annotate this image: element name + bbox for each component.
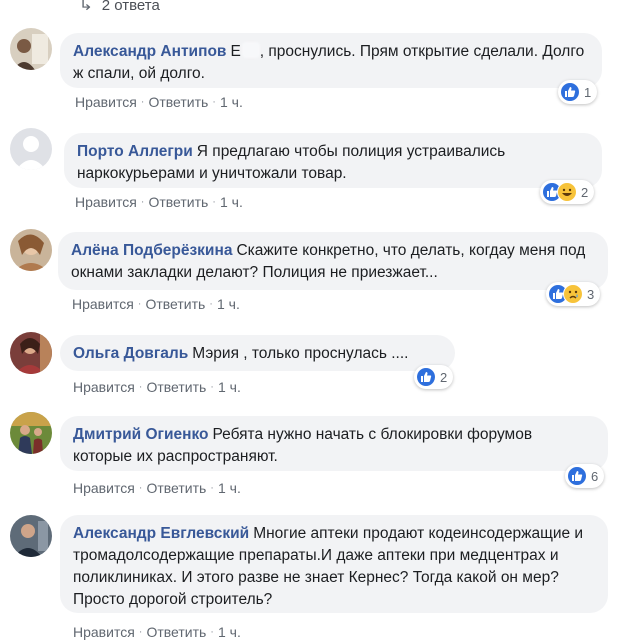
avatar[interactable]: [10, 412, 52, 454]
action-separator: ·: [212, 96, 216, 108]
laugh-emoji-icon: [557, 182, 577, 202]
comment-bubble: Дмитрий Огиенко Ребята нужно начать с бло…: [60, 416, 608, 471]
thumbs-up-icon: [567, 466, 587, 486]
like-action[interactable]: Нравится: [72, 296, 134, 312]
reactions-badge[interactable]: 2: [414, 365, 454, 389]
comment-author[interactable]: Порто Аллегри: [77, 143, 193, 160]
comment-author[interactable]: Александр Евглевский: [73, 525, 249, 542]
comment-actions: Нравится · Ответить · 1 ч.: [75, 94, 243, 110]
like-action[interactable]: Нравится: [75, 94, 137, 110]
comment-bubble: Александр Антипов Е, проснулись. Прям отк…: [60, 33, 602, 88]
comment-author[interactable]: Алёна Подберёзкина: [71, 242, 232, 259]
like-action[interactable]: Нравится: [73, 624, 135, 640]
reaction-count: 1: [584, 84, 592, 100]
comment-bubble: Ольга Довгаль Мэрия , только проснулась .…: [60, 335, 455, 371]
action-separator: ·: [138, 626, 143, 638]
sad-emoji-icon: [563, 284, 583, 304]
avatar[interactable]: [10, 229, 52, 271]
reply-arrow-icon: ↳: [78, 0, 93, 13]
comment-text: Мэрия , только проснулась ....: [192, 345, 409, 362]
comment-timestamp[interactable]: 1 ч.: [218, 379, 241, 395]
reply-action[interactable]: Ответить: [148, 94, 208, 110]
redacted-mention: [241, 42, 260, 58]
reply-action[interactable]: Ответить: [145, 296, 205, 312]
avatar[interactable]: [10, 332, 52, 374]
comment-timestamp[interactable]: 1 ч.: [217, 296, 240, 312]
comment-author[interactable]: Ольга Довгаль: [73, 345, 188, 362]
comment-author[interactable]: Александр Антипов: [73, 43, 226, 60]
action-separator: ·: [210, 626, 214, 638]
action-separator: ·: [137, 298, 142, 310]
reactions-badge[interactable]: 1: [558, 80, 598, 104]
action-separator: ·: [140, 196, 145, 208]
comment-bubble: Александр Евглевский Многие аптеки продаю…: [60, 515, 608, 613]
action-separator: ·: [210, 482, 214, 494]
reaction-count: 2: [581, 184, 589, 200]
action-separator: ·: [209, 298, 213, 310]
comment-timestamp[interactable]: 1 ч.: [218, 480, 241, 496]
action-separator: ·: [210, 381, 214, 393]
reply-action[interactable]: Ответить: [146, 624, 206, 640]
comment-author[interactable]: Дмитрий Огиенко: [73, 426, 209, 443]
thumbs-up-icon: [416, 367, 436, 387]
reaction-count: 2: [440, 369, 448, 385]
comment-actions: Нравится · Ответить · 1 ч.: [73, 624, 241, 640]
avatar[interactable]: [10, 515, 52, 557]
comment-actions: Нравится · Ответить · 1 ч.: [75, 194, 243, 210]
reply-action[interactable]: Ответить: [146, 379, 206, 395]
like-action[interactable]: Нравится: [75, 194, 137, 210]
reactions-badge[interactable]: 3: [546, 282, 601, 306]
comment-actions: Нравится · Ответить · 1 ч.: [73, 379, 241, 395]
avatar[interactable]: [10, 28, 52, 70]
view-replies-link[interactable]: ↳ 2 ответа: [78, 0, 160, 14]
avatar[interactable]: [10, 128, 52, 170]
reactions-badge[interactable]: 2: [540, 180, 595, 204]
reply-action[interactable]: Ответить: [146, 480, 206, 496]
reaction-count: 3: [587, 286, 595, 302]
action-separator: ·: [212, 196, 216, 208]
comment-bubble: Порто Аллегри Я предлагаю чтобы полиция у…: [64, 133, 602, 188]
action-separator: ·: [138, 482, 143, 494]
action-separator: ·: [138, 381, 143, 393]
thumbs-up-icon: [560, 82, 580, 102]
like-action[interactable]: Нравится: [73, 480, 135, 496]
comment-bubble: Алёна Подберёзкина Скажите конкретно, что…: [58, 232, 608, 290]
comment-timestamp[interactable]: 1 ч.: [218, 624, 241, 640]
comment-timestamp[interactable]: 1 ч.: [220, 94, 243, 110]
reply-action[interactable]: Ответить: [148, 194, 208, 210]
comment-timestamp[interactable]: 1 ч.: [220, 194, 243, 210]
action-separator: ·: [140, 96, 145, 108]
replies-count-label: 2 ответа: [101, 0, 160, 14]
comment-text-start: Е: [230, 43, 241, 60]
comment-actions: Нравится · Ответить · 1 ч.: [72, 296, 240, 312]
like-action[interactable]: Нравится: [73, 379, 135, 395]
reaction-count: 6: [591, 468, 599, 484]
reactions-badge[interactable]: 6: [565, 464, 605, 488]
comment-actions: Нравится · Ответить · 1 ч.: [73, 480, 241, 496]
